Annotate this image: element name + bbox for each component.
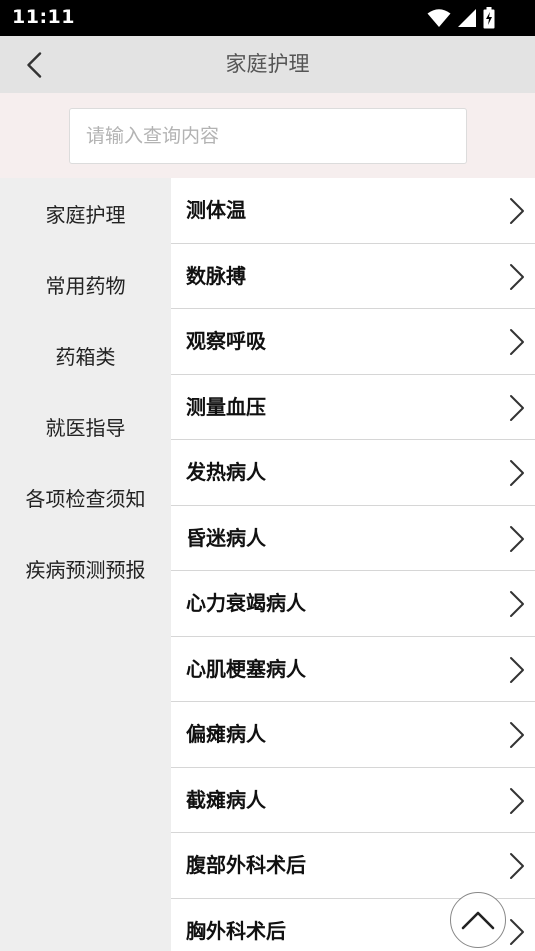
scroll-to-top-button[interactable] bbox=[450, 892, 506, 948]
category-item-exam-notes[interactable]: 各项检查须知 bbox=[0, 462, 171, 533]
category-item-medical-guidance[interactable]: 就医指导 bbox=[0, 391, 171, 462]
chevron-right-icon bbox=[510, 918, 524, 945]
battery-icon bbox=[483, 7, 495, 29]
chevron-right-icon bbox=[510, 525, 524, 552]
list-item[interactable]: 观察呼吸 bbox=[171, 309, 535, 375]
list-item-label: 测体温 bbox=[186, 198, 246, 222]
category-label: 各项检查须知 bbox=[25, 487, 146, 511]
chevron-right-icon bbox=[510, 853, 524, 879]
category-label: 药箱类 bbox=[55, 345, 116, 369]
chevron-right-icon bbox=[510, 460, 524, 486]
list-item[interactable]: 截瘫病人 bbox=[171, 768, 535, 833]
list-item[interactable]: 测量血压 bbox=[171, 375, 535, 440]
chevron-right-icon bbox=[510, 787, 524, 814]
list-item[interactable]: 偏瘫病人 bbox=[171, 702, 535, 768]
topic-list: 测体温 数脉搏 观察呼吸 测量血压 发热病人 昏迷病人 心力衰竭病人 心肌梗塞病… bbox=[171, 178, 535, 951]
chevron-right-icon bbox=[510, 329, 524, 355]
chevron-right-icon bbox=[510, 198, 524, 224]
category-label: 就医指导 bbox=[45, 416, 126, 440]
wifi-icon bbox=[427, 9, 451, 27]
chevron-up-icon bbox=[461, 911, 495, 930]
list-item-label: 偏瘫病人 bbox=[186, 722, 266, 746]
chevron-right-icon bbox=[510, 656, 524, 683]
list-item-label: 测量血压 bbox=[186, 394, 266, 419]
list-item-label: 腹部外科术后 bbox=[186, 853, 306, 877]
list-item-label: 胸外科术后 bbox=[186, 918, 286, 943]
title-bar: 家庭护理 bbox=[0, 36, 535, 93]
chevron-right-icon bbox=[510, 722, 524, 748]
category-item-home-care[interactable]: 家庭护理 bbox=[0, 178, 171, 249]
category-item-disease-forecast[interactable]: 疾病预测预报 bbox=[0, 533, 171, 604]
signal-icon bbox=[458, 9, 476, 27]
list-item[interactable]: 昏迷病人 bbox=[171, 506, 535, 571]
list-item[interactable]: 测体温 bbox=[171, 178, 535, 244]
category-sidebar: 家庭护理 常用药物 药箱类 就医指导 各项检查须知 疾病预测预报 bbox=[0, 178, 171, 951]
back-button[interactable] bbox=[14, 46, 54, 84]
search-area bbox=[0, 93, 535, 178]
page-title: 家庭护理 bbox=[225, 52, 310, 76]
list-item[interactable]: 发热病人 bbox=[171, 440, 535, 506]
chevron-right-icon bbox=[510, 394, 524, 421]
category-item-medicine-box[interactable]: 药箱类 bbox=[0, 320, 171, 391]
status-bar: 11:11 bbox=[0, 0, 535, 36]
category-label: 常用药物 bbox=[45, 274, 126, 298]
category-label: 家庭护理 bbox=[45, 203, 126, 227]
chevron-left-icon bbox=[27, 52, 42, 78]
list-item[interactable]: 腹部外科术后 bbox=[171, 833, 535, 899]
status-icons bbox=[427, 7, 495, 29]
status-time: 11:11 bbox=[12, 6, 75, 28]
list-item-label: 截瘫病人 bbox=[186, 787, 266, 812]
list-item-label: 发热病人 bbox=[186, 460, 266, 484]
category-label: 疾病预测预报 bbox=[25, 558, 146, 582]
list-item[interactable]: 心力衰竭病人 bbox=[171, 571, 535, 637]
list-item[interactable]: 心肌梗塞病人 bbox=[171, 637, 535, 702]
list-item-label: 昏迷病人 bbox=[186, 525, 266, 550]
search-input[interactable] bbox=[69, 108, 467, 164]
chevron-right-icon bbox=[510, 263, 524, 290]
list-item-label: 观察呼吸 bbox=[186, 329, 266, 353]
list-item[interactable]: 数脉搏 bbox=[171, 244, 535, 309]
list-item-label: 心力衰竭病人 bbox=[186, 591, 306, 615]
category-item-common-drugs[interactable]: 常用药物 bbox=[0, 249, 171, 320]
list-item-label: 数脉搏 bbox=[186, 263, 246, 288]
chevron-right-icon bbox=[510, 591, 524, 617]
list-item-label: 心肌梗塞病人 bbox=[186, 656, 306, 681]
